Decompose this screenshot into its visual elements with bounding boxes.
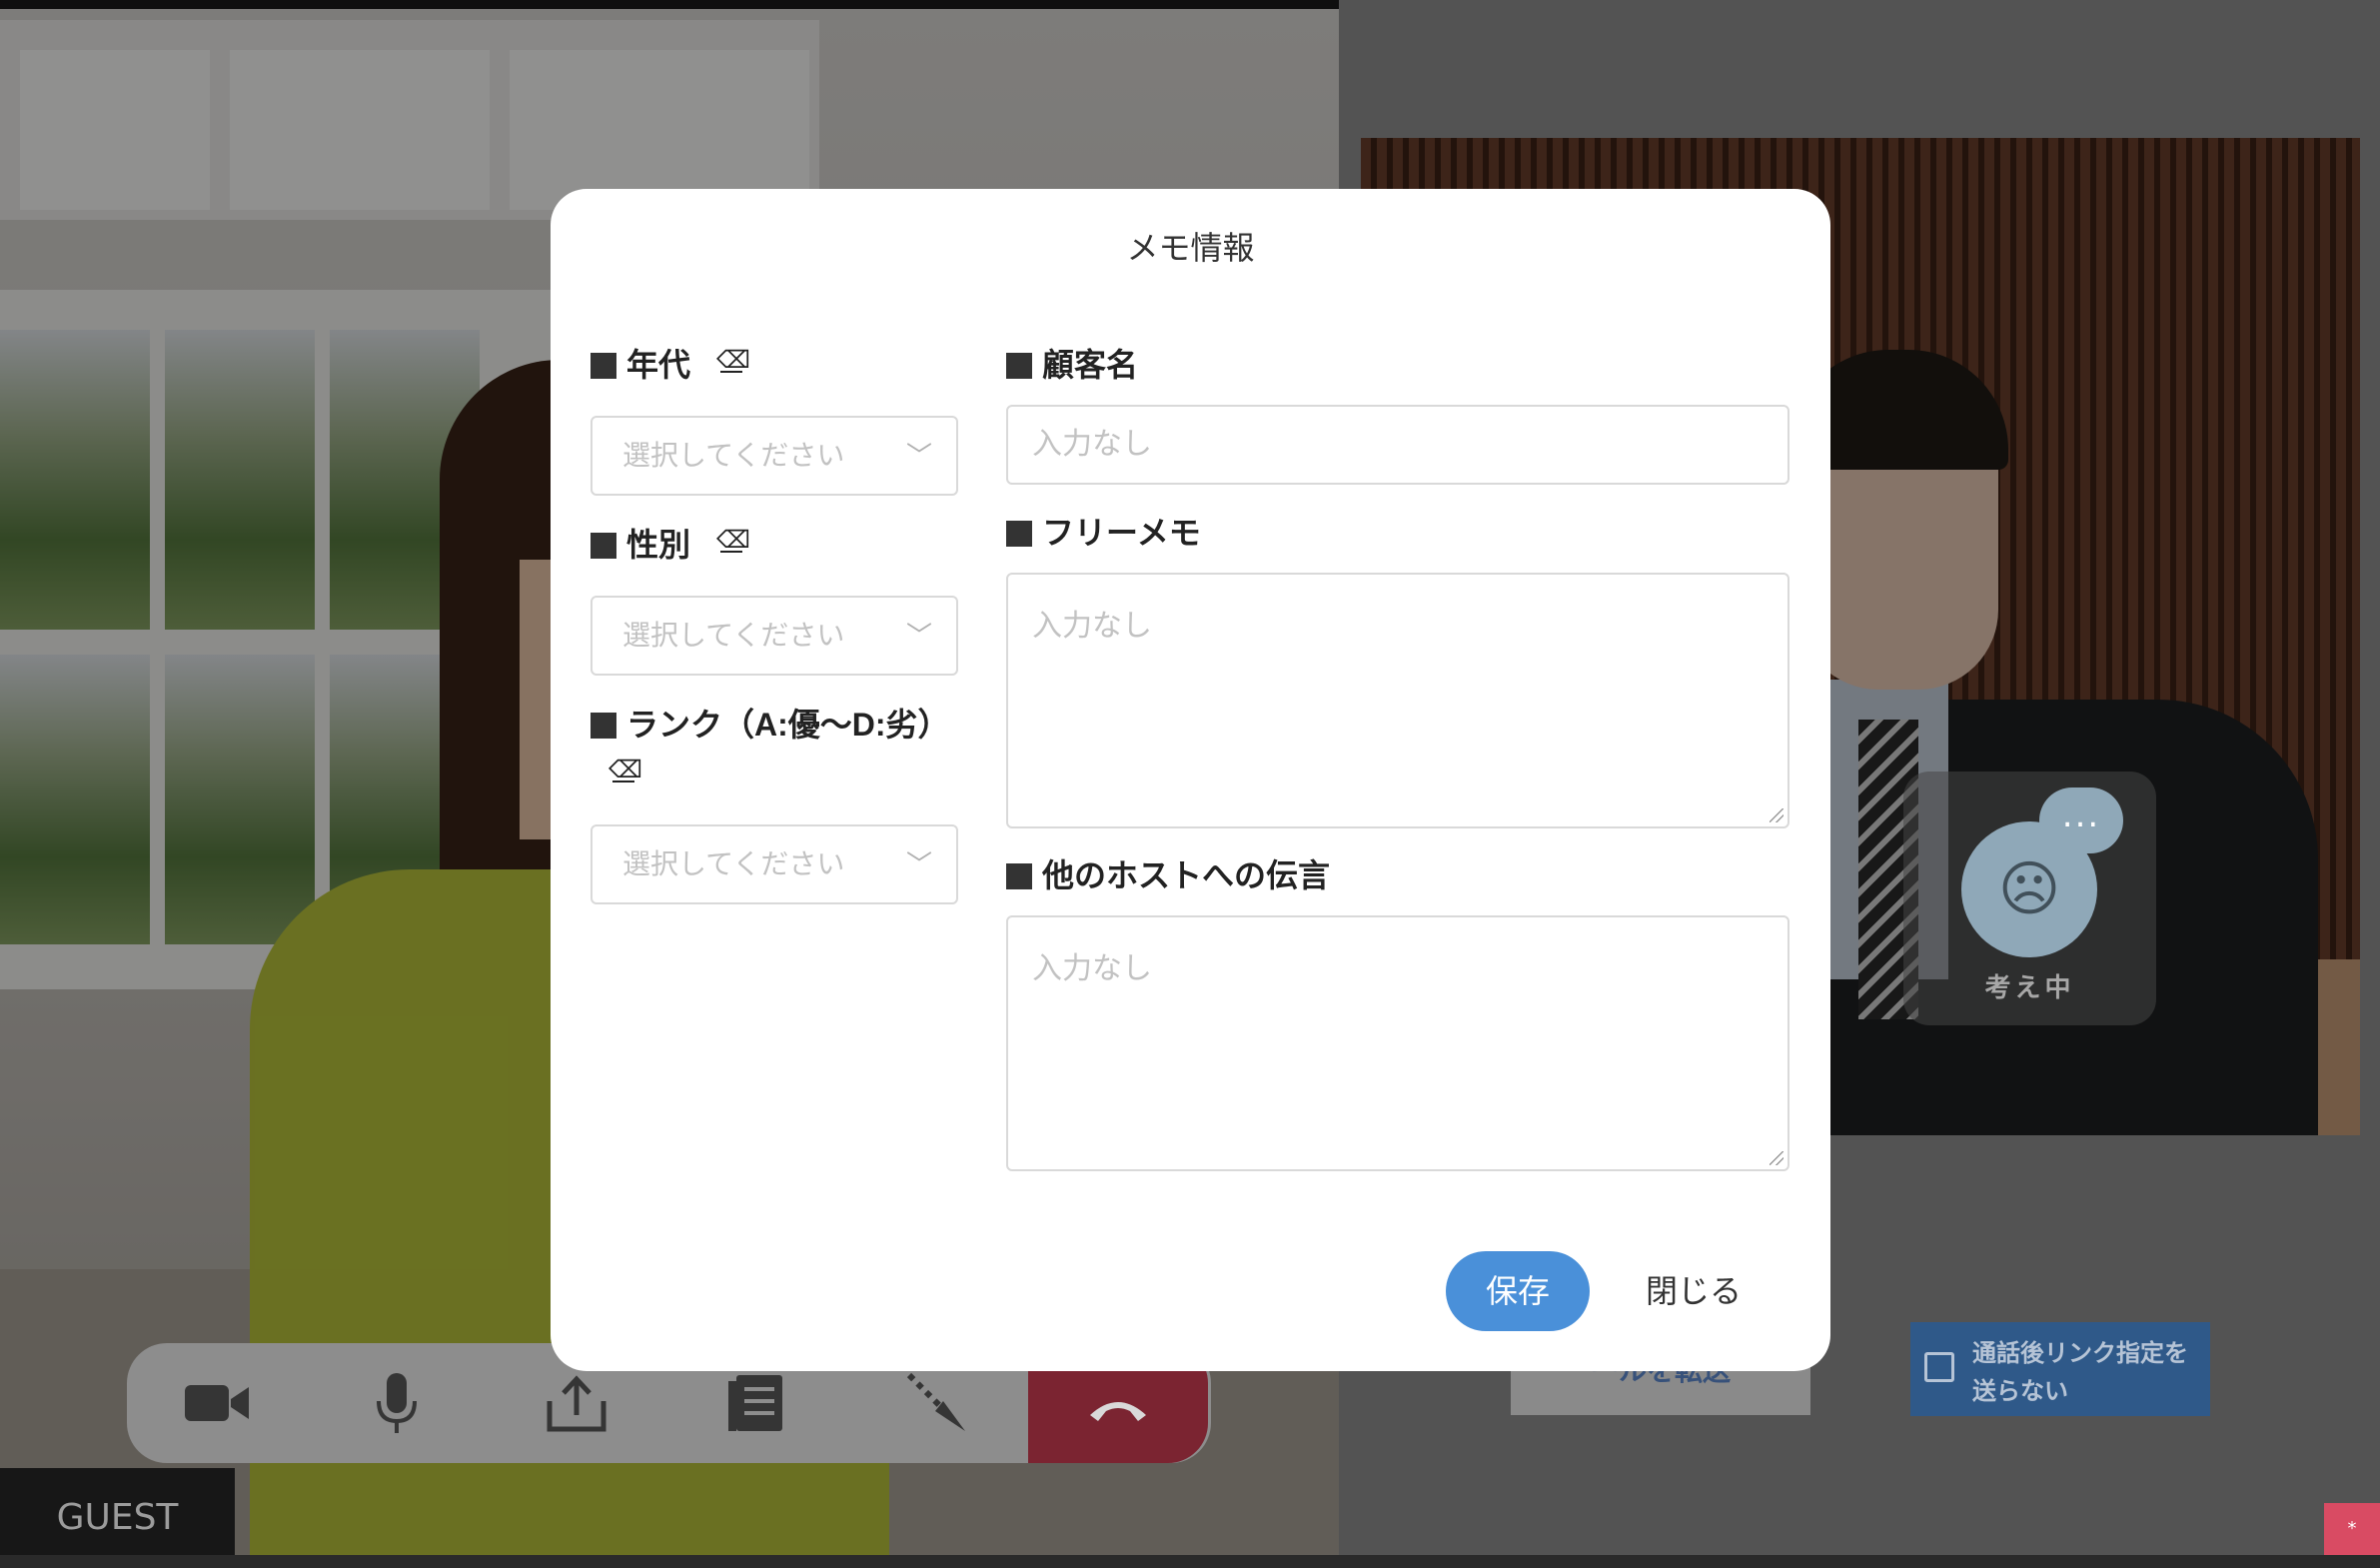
rank-field-label: ランク（A:優〜D:劣） (591, 705, 950, 745)
clear-rank-eraser-icon[interactable]: ⌫ (608, 755, 642, 784)
square-bullet-icon (1006, 521, 1032, 547)
corner-badge: * (2324, 1503, 2380, 1555)
chevron-down-icon: ﹀ (905, 621, 932, 651)
thinking-status-label: 考え中 (1984, 973, 2075, 1003)
memo-info-modal: メモ情報 年代 ⌫ 選択してください ﹀ 性別 ⌫ 選択してください ﹀ ランク… (551, 189, 1830, 1371)
no-link-option-label: 通話後リンク指定を送らない (1972, 1339, 2188, 1405)
rank-select[interactable]: 選択してください ﹀ (591, 824, 958, 904)
customer-name-label: 顧客名 (1006, 345, 1138, 385)
message-to-hosts-textarea[interactable]: 入力なし (1006, 915, 1789, 1171)
clear-gender-eraser-icon[interactable]: ⌫ (716, 525, 750, 555)
no-link-checkbox[interactable] (1924, 1352, 1954, 1382)
gender-select[interactable]: 選択してください ﹀ (591, 596, 958, 676)
square-bullet-icon (591, 713, 616, 739)
thinking-status-panel: ☹ ... 考え中 (1903, 772, 2156, 1025)
no-link-option[interactable]: 通話後リンク指定を送らない (1910, 1322, 2210, 1416)
thinking-bubble-icon: ... (2039, 787, 2123, 853)
save-button[interactable]: 保存 (1446, 1251, 1590, 1331)
free-memo-label: フリーメモ (1006, 513, 1201, 553)
message-to-hosts-label: 他のホストへの伝言 (1006, 855, 1330, 895)
square-bullet-icon (591, 353, 616, 379)
square-bullet-icon (1006, 863, 1032, 889)
gender-field-label: 性別 (591, 525, 690, 565)
square-bullet-icon (591, 533, 616, 559)
microphone-icon[interactable] (307, 1343, 487, 1463)
close-button[interactable]: 閉じる (1624, 1251, 1764, 1331)
age-field-label: 年代 (591, 345, 690, 385)
modal-title: メモ情報 (1126, 230, 1255, 266)
chevron-down-icon: ﹀ (905, 849, 932, 879)
free-memo-textarea[interactable]: 入力なし (1006, 573, 1789, 828)
resize-handle-icon[interactable] (1770, 1151, 1784, 1165)
guest-label: GUEST (0, 1468, 235, 1555)
square-bullet-icon (1006, 353, 1032, 379)
customer-name-input[interactable]: 入力なし (1006, 405, 1789, 485)
camera-icon[interactable] (127, 1343, 307, 1463)
chevron-down-icon: ﹀ (905, 441, 932, 471)
hang-up-icon (1090, 1402, 1146, 1421)
resize-handle-icon[interactable] (1770, 808, 1784, 822)
age-select[interactable]: 選択してください ﹀ (591, 416, 958, 496)
clear-age-eraser-icon[interactable]: ⌫ (716, 345, 750, 375)
